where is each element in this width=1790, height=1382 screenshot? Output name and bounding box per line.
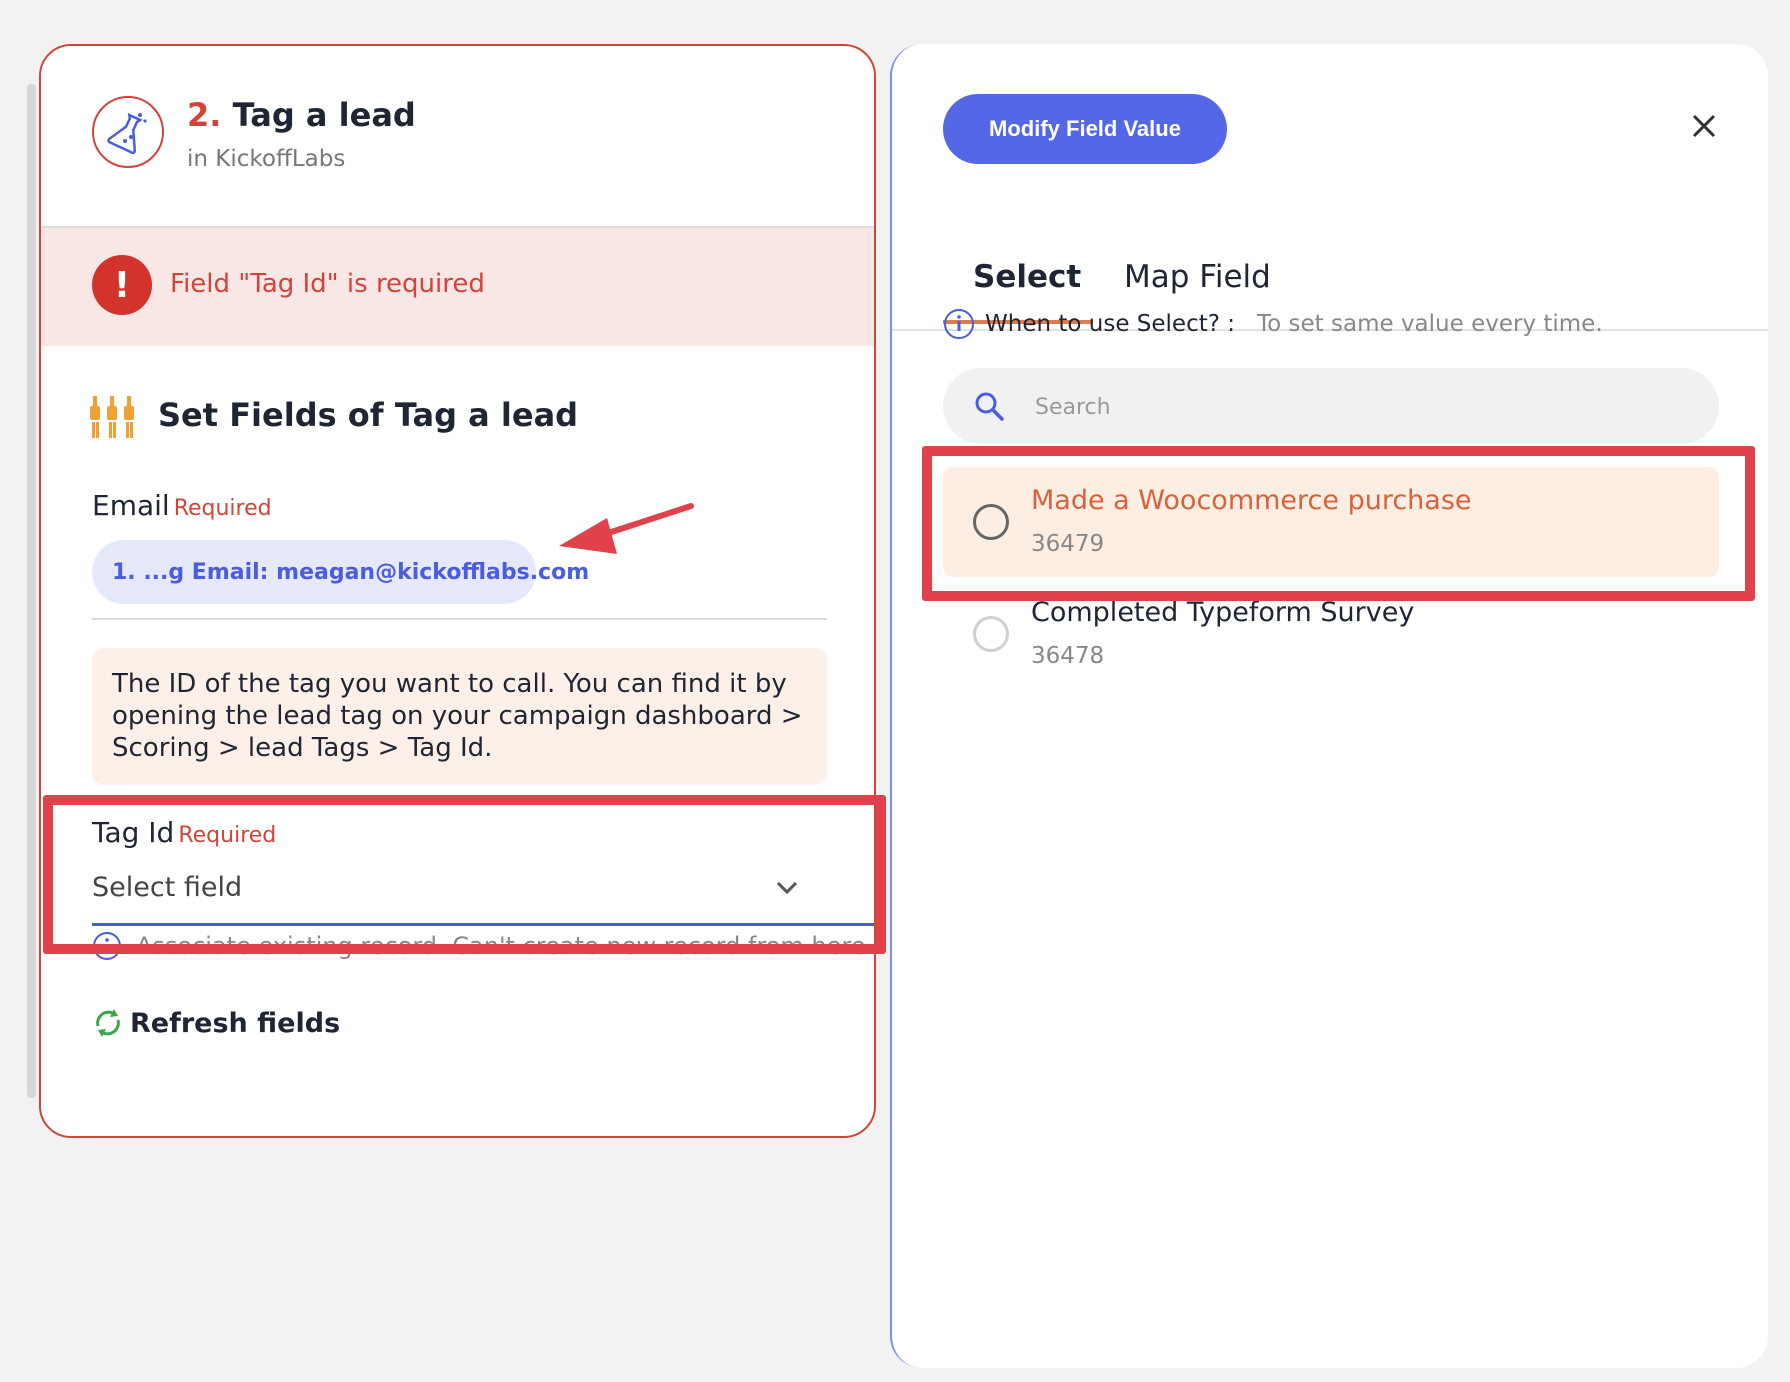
annotation-arrow-icon [555,500,695,564]
kickofflabs-icon [92,96,164,168]
option-title: Completed Typeform Survey [1031,597,1415,628]
refresh-fields-button[interactable]: Refresh fields [92,1006,340,1040]
fields-icon [90,394,136,444]
when-to-use-note: When to use Select? : To set same value … [943,308,1603,340]
highlight-box-option [922,446,1755,601]
close-icon[interactable] [1684,106,1724,146]
modify-field-value-button[interactable]: Modify Field Value [943,94,1227,164]
when-value: To set same value every time. [1257,311,1603,337]
step-title-text: Tag a lead [232,96,416,134]
email-field-divider [92,618,827,620]
step-panel: 2. Tag a lead in KickoffLabs ! Field "Ta… [39,44,876,1138]
refresh-fields-label: Refresh fields [130,1007,341,1039]
email-value-chip[interactable]: 1. ...g Email: meagan@kickofflabs.com [92,540,589,604]
required-tag: Required [173,496,272,521]
highlight-box-tag-id [43,795,886,954]
when-label: When to use Select? : [985,311,1236,337]
info-icon [944,309,974,339]
step-title: 2. Tag a lead [187,96,416,134]
search-icon [973,390,1005,426]
tab-map-field[interactable]: Map Field [1124,259,1271,295]
search-box [943,368,1719,444]
radio-button[interactable] [973,616,1009,652]
tag-id-hint: The ID of the tag you want to call. You … [92,648,827,785]
option-id: 36478 [1031,643,1105,669]
step-app-name: in KickoffLabs [187,146,346,172]
error-message: Field "Tag Id" is required [170,269,485,299]
step-number: 2. [187,96,222,134]
email-label-text: Email [92,489,170,522]
fields-section-title: Set Fields of Tag a lead [158,396,579,434]
email-field-label: Email Required [92,489,272,522]
modify-field-panel: Modify Field Value Select Map Field When… [890,44,1768,1368]
error-icon: ! [92,255,152,315]
search-input[interactable] [1033,382,1677,432]
refresh-icon [96,1009,120,1037]
tab-select[interactable]: Select [973,259,1081,295]
step-header: 2. Tag a lead in KickoffLabs [41,46,874,228]
scroll-rail [27,84,36,1098]
